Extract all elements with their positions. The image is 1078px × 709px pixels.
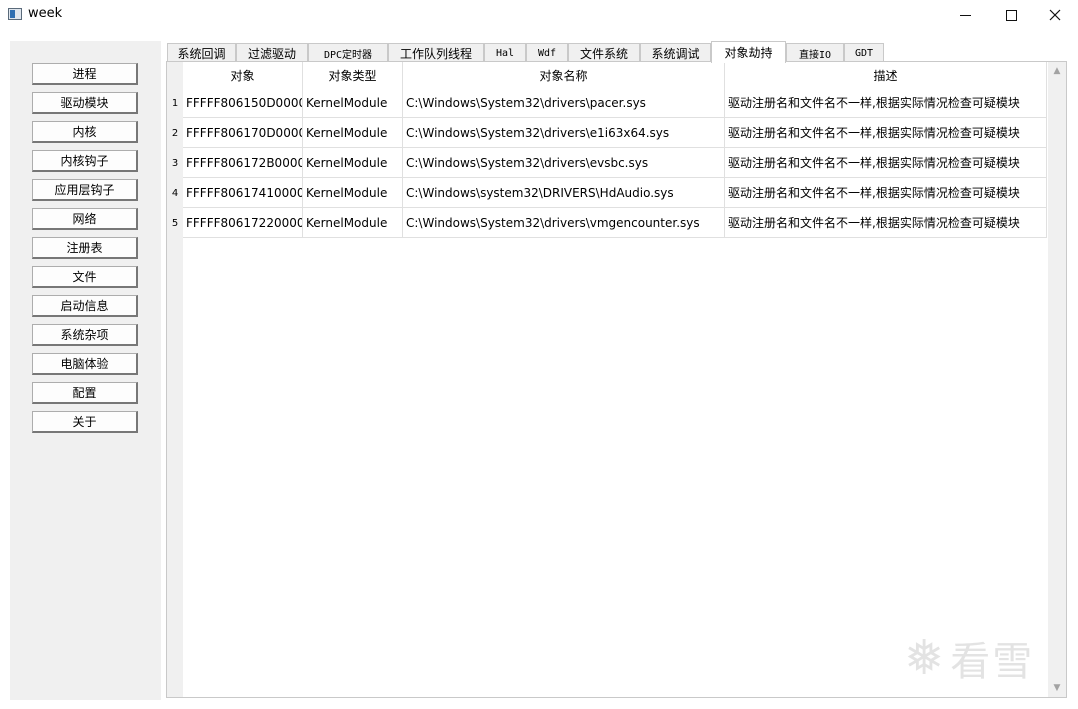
tab-hal[interactable]: Hal — [484, 43, 526, 62]
cell-desc: 驱动注册名和文件名不一样,根据实际情况检查可疑模块 — [725, 178, 1047, 208]
nav-button-driver-module[interactable]: 驱动模块 — [32, 92, 138, 114]
column-header-description[interactable]: 描述 — [725, 62, 1047, 88]
column-header-object[interactable]: 对象 — [183, 62, 303, 88]
cell-type: KernelModule — [303, 148, 403, 178]
cell-desc: 驱动注册名和文件名不一样,根据实际情况检查可疑模块 — [725, 88, 1047, 118]
close-button[interactable] — [1032, 0, 1078, 30]
title-bar: week — [0, 0, 1078, 30]
row-number[interactable]: 5 — [167, 208, 183, 238]
nav-button-kernel-hooks[interactable]: 内核钩子 — [32, 150, 138, 172]
cell-name: C:\Windows\System32\drivers\e1i63x64.sys — [403, 118, 725, 148]
nav-button-network[interactable]: 网络 — [32, 208, 138, 230]
chevron-up-icon: ▲ — [1053, 65, 1061, 76]
scroll-up-button[interactable]: ▲ — [1048, 62, 1066, 79]
cell-desc: 驱动注册名和文件名不一样,根据实际情况检查可疑模块 — [725, 148, 1047, 178]
cell-type: KernelModule — [303, 178, 403, 208]
watermark: ❅ 看雪 — [904, 628, 1064, 688]
maximize-button[interactable] — [988, 0, 1034, 30]
cell-object: FFFFF806150D0000 — [183, 88, 303, 118]
tab-filter-drivers[interactable]: 过滤驱动 — [236, 43, 308, 62]
cell-desc: 驱动注册名和文件名不一样,根据实际情况检查可疑模块 — [725, 208, 1047, 238]
snowflake-icon: ❅ — [904, 630, 945, 686]
cell-name: C:\Windows\System32\drivers\vmgencounter… — [403, 208, 725, 238]
cell-type: KernelModule — [303, 118, 403, 148]
tab-object-hijack[interactable]: 对象劫持 — [711, 41, 786, 63]
tab-system-debug[interactable]: 系统调试 — [640, 43, 711, 62]
tab-dpc-timers[interactable]: DPC定时器 — [308, 43, 388, 62]
cell-type: KernelModule — [303, 208, 403, 238]
row-number[interactable]: 4 — [167, 178, 183, 208]
tab-system-callbacks[interactable]: 系统回调 — [167, 43, 236, 62]
column-header-object-type[interactable]: 对象类型 — [303, 62, 403, 88]
nav-button-startup[interactable]: 启动信息 — [32, 295, 138, 317]
results-table: 对象 对象类型 对象名称 描述 1 FFFFF806150D0000 Kerne… — [166, 61, 1067, 698]
minimize-icon — [959, 14, 971, 16]
cell-type: KernelModule — [303, 88, 403, 118]
cell-object: FFFFF806170D0000 — [183, 118, 303, 148]
tab-gdt[interactable]: GDT — [844, 43, 884, 62]
nav-button-process[interactable]: 进程 — [32, 63, 138, 85]
cell-name: C:\Windows\system32\DRIVERS\HdAudio.sys — [403, 178, 725, 208]
maximize-icon — [1005, 9, 1017, 21]
close-icon — [1049, 9, 1061, 21]
vertical-scrollbar[interactable]: ▲ ▼ — [1048, 62, 1066, 697]
nav-button-pc-experience[interactable]: 电脑体验 — [32, 353, 138, 375]
nav-button-registry[interactable]: 注册表 — [32, 237, 138, 259]
nav-button-kernel[interactable]: 内核 — [32, 121, 138, 143]
cell-name: C:\Windows\System32\drivers\evsbc.sys — [403, 148, 725, 178]
cell-object: FFFFF80617220000 — [183, 208, 303, 238]
cell-name: C:\Windows\System32\drivers\pacer.sys — [403, 88, 725, 118]
row-number[interactable]: 2 — [167, 118, 183, 148]
cell-object: FFFFF806172B0000 — [183, 148, 303, 178]
nav-button-system-misc[interactable]: 系统杂项 — [32, 324, 138, 346]
window-title: week — [28, 6, 63, 21]
minimize-button[interactable] — [942, 0, 988, 30]
app-window-icon — [8, 8, 22, 20]
nav-button-files[interactable]: 文件 — [32, 266, 138, 288]
column-header-object-name[interactable]: 对象名称 — [403, 62, 725, 88]
nav-button-user-hooks[interactable]: 应用层钩子 — [32, 179, 138, 201]
nav-button-about[interactable]: 关于 — [32, 411, 138, 433]
watermark-text: 看雪 — [950, 639, 1035, 685]
cell-object: FFFFF80617410000 — [183, 178, 303, 208]
tab-file-system[interactable]: 文件系统 — [568, 43, 640, 62]
nav-panel: 进程 驱动模块 内核 内核钩子 应用层钩子 网络 注册表 文件 启动信息 系统杂… — [10, 41, 161, 700]
tab-wdf[interactable]: Wdf — [526, 43, 568, 62]
nav-button-config[interactable]: 配置 — [32, 382, 138, 404]
tab-direct-io[interactable]: 直接IO — [786, 43, 844, 62]
row-number[interactable]: 1 — [167, 88, 183, 118]
cell-desc: 驱动注册名和文件名不一样,根据实际情况检查可疑模块 — [725, 118, 1047, 148]
row-number[interactable]: 3 — [167, 148, 183, 178]
tab-work-queue-threads[interactable]: 工作队列线程 — [388, 43, 484, 62]
